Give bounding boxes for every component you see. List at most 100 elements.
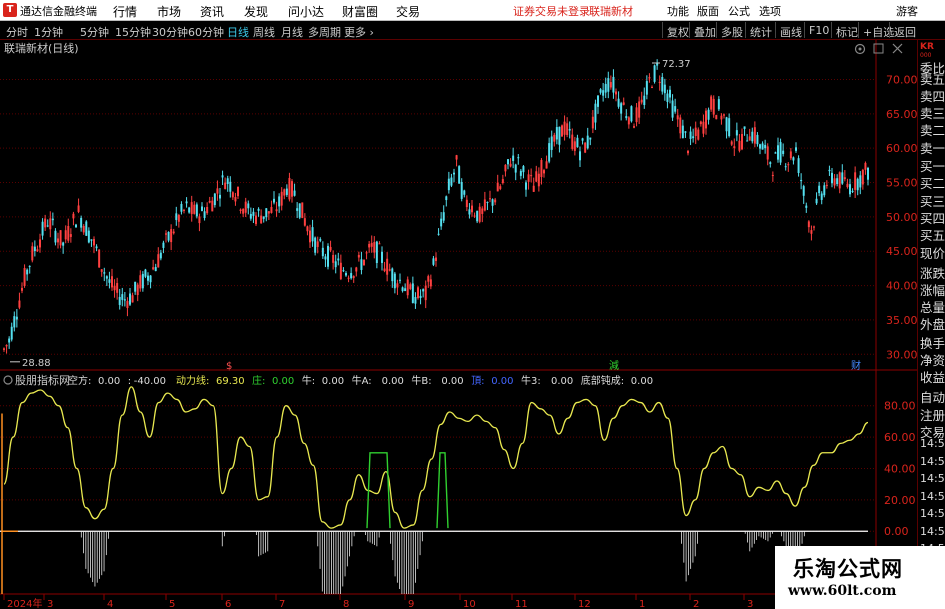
candle-body — [67, 225, 70, 241]
period-daily[interactable]: 日线 — [227, 24, 249, 40]
trade-login-notice[interactable]: 证券交易未登录 — [513, 3, 590, 19]
candle-body — [242, 208, 245, 214]
candle-body — [759, 144, 761, 149]
candle-body — [545, 161, 548, 169]
candle-body — [555, 127, 558, 140]
period-5min[interactable]: 5分钟 — [80, 24, 109, 40]
main-y-tick: 30.00 — [886, 348, 917, 361]
btn-adjust[interactable]: 复权 — [662, 22, 692, 39]
chart-grid — [0, 40, 917, 609]
period-timeshare[interactable]: 分时 — [6, 24, 28, 40]
indicator-item-value: 0.00 — [551, 376, 573, 387]
candle-body — [396, 283, 399, 288]
candle-body — [49, 218, 52, 230]
candle-body — [15, 316, 18, 320]
btn-multi-stock[interactable]: 多股 — [716, 22, 746, 39]
candle-body — [285, 188, 288, 195]
candle-body — [643, 95, 646, 106]
btn-back[interactable]: 返回 — [889, 22, 919, 39]
side-label[interactable]: 自动 — [920, 387, 945, 406]
main-y-tick: 55.00 — [886, 177, 917, 190]
main-y-tick: 35.00 — [886, 314, 917, 327]
indicator-item-value: 0.00 — [441, 376, 463, 387]
candle-body — [288, 177, 291, 200]
candle-body — [116, 283, 119, 293]
event-marker[interactable]: 減 — [609, 359, 619, 372]
candle-body — [658, 81, 661, 83]
menu-wealth[interactable]: 财富圈 — [342, 3, 378, 20]
menu-trade[interactable]: 交易 — [396, 3, 420, 20]
btn-overlay[interactable]: 叠加 — [689, 22, 719, 39]
indicator-name[interactable]: 股朋指标网 — [15, 373, 70, 387]
period-more[interactable]: 更多 › — [344, 24, 374, 40]
candle-body — [738, 140, 741, 151]
candle-body — [725, 117, 728, 132]
candle-body — [237, 186, 239, 197]
candle-body — [62, 242, 65, 246]
candle-body — [427, 276, 430, 282]
candle-body — [303, 218, 306, 226]
menu-layout[interactable]: 版面 — [697, 3, 719, 19]
candle-body — [823, 185, 826, 196]
menu-xiaoda[interactable]: 问小达 — [288, 3, 324, 20]
btn-stats[interactable]: 统计 — [745, 22, 775, 39]
candle-body — [514, 164, 517, 173]
indicator-series — [0, 386, 869, 594]
period-multi[interactable]: 多周期 — [308, 24, 341, 40]
candle-body — [208, 200, 211, 203]
period-monthly[interactable]: 月线 — [281, 24, 303, 40]
candle-body — [563, 121, 566, 135]
indicator-settings-icon[interactable] — [3, 375, 13, 385]
period-1min[interactable]: 1分钟 — [34, 24, 63, 40]
candle-body — [692, 136, 695, 139]
candle-body — [257, 208, 260, 211]
x-axis-label: 2 — [693, 599, 699, 609]
period-weekly[interactable]: 周线 — [253, 24, 275, 40]
candle-body — [211, 200, 214, 212]
candle-body — [720, 115, 723, 120]
candle-body — [221, 175, 224, 178]
candle-body — [260, 215, 263, 224]
x-axis-label: 3 — [747, 599, 753, 609]
candle-body — [80, 217, 83, 228]
candle-body — [645, 81, 648, 95]
event-marker[interactable]: 财 — [851, 359, 861, 372]
candle-body — [792, 157, 795, 161]
candle-body — [805, 205, 808, 208]
btn-draw[interactable]: 画线 — [775, 22, 805, 39]
menu-market[interactable]: 市场 — [157, 3, 181, 20]
chart-maximize-icon[interactable] — [873, 43, 884, 54]
chart-close-icon[interactable] — [892, 43, 903, 54]
candle-body — [800, 179, 803, 182]
indicator-item-value: 69.30 — [216, 376, 245, 387]
menu-options[interactable]: 选项 — [759, 3, 781, 19]
period-30min[interactable]: 30分钟 — [152, 24, 188, 40]
candle-body — [59, 230, 62, 246]
btn-mark[interactable]: 标记 — [831, 22, 861, 39]
candle-body — [756, 134, 759, 145]
candle-body — [417, 287, 419, 299]
chart-settings-icon[interactable] — [854, 43, 866, 55]
menu-formula[interactable]: 公式 — [728, 3, 750, 19]
high-price-label: 72.37 — [662, 59, 691, 70]
candle-body — [702, 121, 705, 134]
candle-body — [131, 295, 134, 303]
period-15min[interactable]: 15分钟 — [115, 24, 151, 40]
period-60min[interactable]: 60分钟 — [188, 24, 224, 40]
price-chart[interactable]: 70.0065.0060.0055.0050.0045.0040.0035.00… — [0, 40, 917, 609]
btn-f10[interactable]: F10 — [804, 22, 832, 38]
candle-body — [504, 164, 507, 172]
main-y-tick: 60.00 — [886, 142, 917, 155]
menu-function[interactable]: 功能 — [667, 3, 689, 19]
menu-quotes[interactable]: 行情 — [113, 3, 137, 20]
candle-body — [674, 106, 677, 112]
guest-user[interactable]: 游客 — [896, 3, 918, 19]
candle-body — [321, 247, 324, 257]
menu-news[interactable]: 资讯 — [200, 3, 224, 20]
menu-discover[interactable]: 发现 — [244, 3, 268, 20]
candle-body — [540, 159, 543, 178]
event-marker[interactable]: $ — [226, 361, 232, 372]
candle-body — [761, 143, 764, 150]
x-axis-label: 8 — [343, 599, 349, 609]
indicator-item-label: 牛3: — [521, 374, 541, 387]
